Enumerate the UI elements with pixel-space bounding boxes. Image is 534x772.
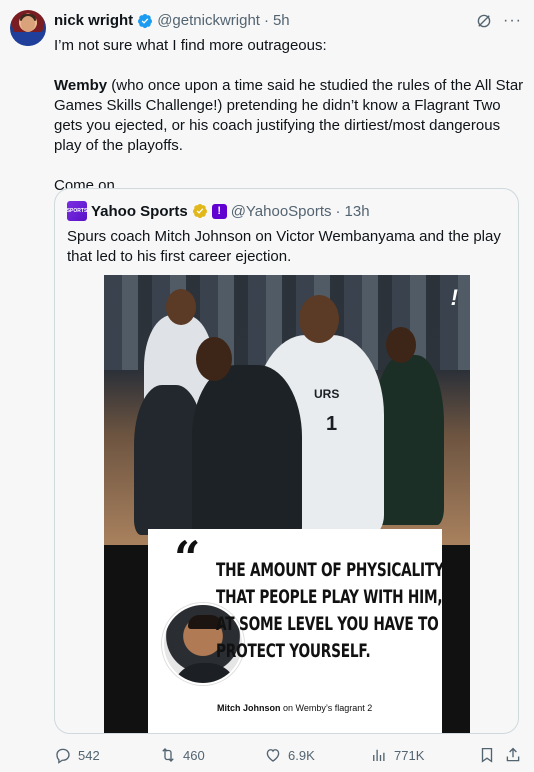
tweet-paragraph-2-rest: (who once upon a time said he studied th…	[54, 77, 524, 154]
quoted-tweet[interactable]: SPORTS Yahoo Sports ! @YahooSports · 13h…	[54, 188, 519, 734]
quoted-media-image[interactable]: URS 1 ! “ THE AMOUNT OF PHYSICALITY THAT…	[104, 275, 470, 733]
author-handle[interactable]: @getnickwright	[157, 12, 260, 29]
quote-mark-icon: “	[174, 531, 201, 585]
tweet: nick wright @getnickwright · 5h ··· I’m …	[0, 0, 534, 772]
author-name[interactable]: nick wright	[54, 12, 133, 29]
heart-icon	[266, 749, 280, 762]
retweet-icon	[162, 748, 174, 762]
attribution-rest: on Wemby’s flagrant 2	[280, 703, 373, 713]
quote-card: “ THE AMOUNT OF PHYSICALITY THAT PEOPLE …	[148, 529, 444, 733]
bookmark-icon	[481, 747, 493, 763]
author-avatar[interactable]	[10, 10, 46, 46]
jersey-text: URS	[314, 387, 340, 401]
tweet-header: nick wright @getnickwright · 5h	[54, 12, 290, 29]
quote-attribution: Mitch Johnson on Wemby’s flagrant 2	[217, 703, 372, 713]
view-count: 771K	[394, 747, 425, 763]
quote-line: THE AMOUNT OF PHYSICALITY	[216, 559, 444, 581]
quoted-header: SPORTS Yahoo Sports ! @YahooSports · 13h	[67, 201, 370, 221]
bookmark-button[interactable]	[478, 746, 496, 764]
tweet-bold-name: Wemby	[54, 77, 108, 94]
quoted-handle[interactable]: @YahooSports	[231, 203, 332, 220]
retweet-button[interactable]: 460	[159, 746, 205, 764]
media-corner-mark: !	[450, 285, 458, 310]
views-button[interactable]: 771K	[370, 746, 424, 764]
grok-icon[interactable]	[475, 12, 493, 30]
share-button[interactable]	[504, 746, 522, 764]
reply-icon	[56, 748, 70, 764]
quote-line: THAT PEOPLE PLAY WITH HIM,	[216, 586, 443, 608]
jersey-number: 1	[326, 413, 338, 435]
gold-verified-badge-icon	[192, 204, 207, 219]
more-options-icon[interactable]: ···	[503, 12, 522, 30]
reply-count: 542	[78, 747, 100, 763]
tweet-time[interactable]: 5h	[273, 12, 290, 29]
quoted-time[interactable]: 13h	[345, 203, 370, 220]
separator-dot: ·	[263, 12, 269, 29]
tweet-paragraph-2: Wemby (who once upon a time said he stud…	[54, 76, 524, 156]
tweet-paragraph-1: I’m not sure what I find more outrageous…	[54, 37, 327, 54]
verified-badge-icon	[138, 13, 153, 28]
quoted-separator-dot: ·	[335, 202, 341, 220]
action-bar: 542 460 6.9K 771K	[54, 744, 520, 766]
retweet-count: 460	[183, 747, 205, 763]
attribution-name: Mitch Johnson	[217, 703, 281, 713]
quote-line: PROTECT YOURSELF.	[216, 640, 371, 662]
share-icon	[506, 747, 520, 762]
quoted-text: Spurs coach Mitch Johnson on Victor Wemb…	[67, 228, 501, 265]
quoted-author-name[interactable]: Yahoo Sports	[91, 203, 188, 220]
views-icon	[373, 749, 385, 761]
quoted-avatar[interactable]: SPORTS	[67, 201, 87, 221]
quote-line: AT SOME LEVEL YOU HAVE TO	[216, 613, 439, 635]
like-button[interactable]: 6.9K	[264, 746, 315, 764]
like-count: 6.9K	[288, 747, 315, 763]
top-actions: ···	[475, 12, 522, 30]
reply-button[interactable]: 542	[54, 746, 100, 764]
yahoo-affiliate-badge-icon: !	[211, 203, 227, 219]
basketball-scene: URS 1 !	[104, 275, 470, 545]
